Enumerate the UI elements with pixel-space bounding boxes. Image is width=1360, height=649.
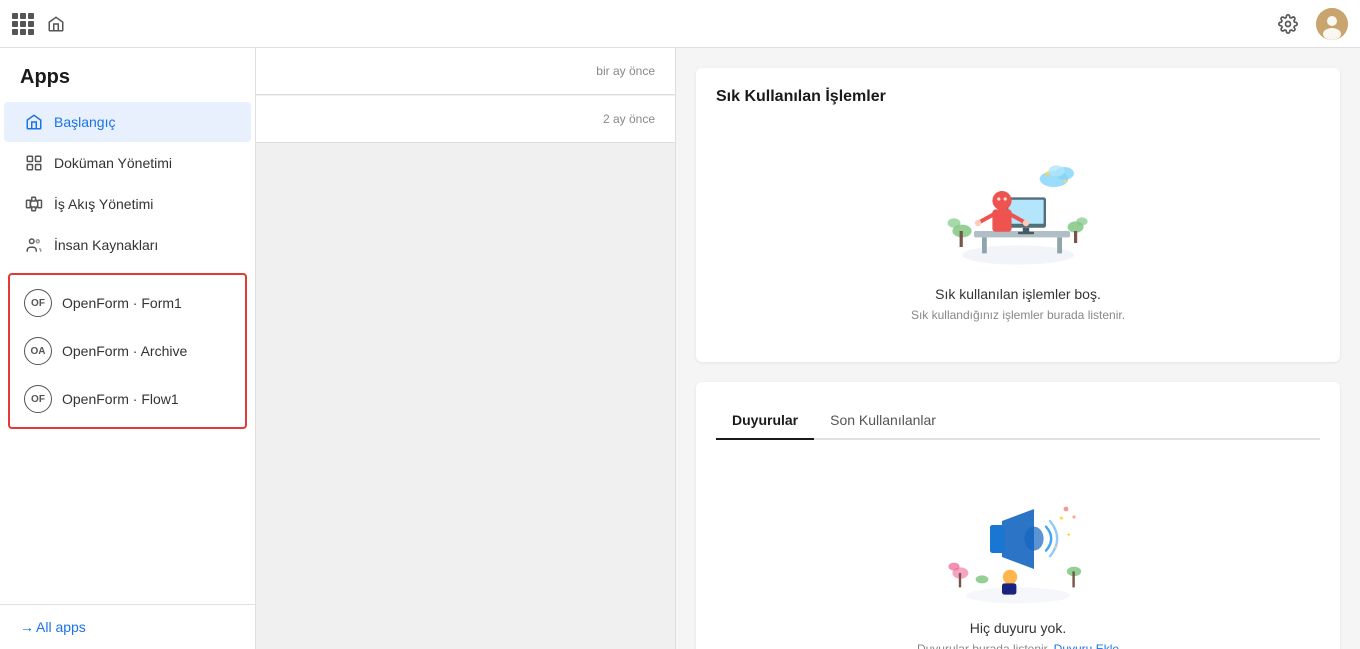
- duyuru-empty-subtitle-text: Duyurular burada listenir.: [917, 642, 1054, 649]
- duyuru-empty-container: ✦ ✦ ✦ Hiç duyuru yok. Duyurular burada l…: [716, 456, 1320, 649]
- sidebar-item-insan[interactable]: İnsan Kaynakları: [4, 225, 251, 265]
- sidebar-item-is-akis[interactable]: İş Akış Yönetimi: [4, 184, 251, 224]
- duyuru-empty-subtitle: Duyurular burada listenir. Duyuru Ekle: [917, 642, 1119, 649]
- sidebar-item-dokuman[interactable]: Doküman Yönetimi: [4, 143, 251, 183]
- openform-archive-item[interactable]: OA OpenForm · Archive: [10, 327, 245, 375]
- openform-form1-badge: OF: [24, 289, 52, 317]
- recent-panel: bir ay önce 2 ay önce: [256, 48, 676, 649]
- tab-son-kullanilanlar[interactable]: Son Kullanılanlar: [814, 402, 952, 440]
- openform-flow1-badge: OF: [24, 385, 52, 413]
- grid-menu-icon[interactable]: [12, 13, 34, 35]
- recent-item-1: bir ay önce: [256, 48, 675, 95]
- openform-flow1-item[interactable]: OF OpenForm · Flow1: [10, 375, 245, 423]
- all-apps-arrow-icon: →: [20, 619, 34, 635]
- sik-title: Sık Kullanılan İşlemler: [716, 88, 1320, 106]
- duyuru-section: Duyurular Son Kullanılanlar: [696, 382, 1340, 649]
- recent-item-1-time: bir ay önce: [596, 64, 655, 78]
- openform-flow1-label: OpenForm · Flow1: [62, 391, 179, 407]
- openform-form1-label: OpenForm · Form1: [62, 295, 182, 311]
- sik-empty-title: Sık kullanılan işlemler boş.: [935, 286, 1101, 302]
- duyuru-illustration: ✦ ✦ ✦: [938, 476, 1098, 606]
- user-avatar[interactable]: [1316, 8, 1348, 40]
- sik-illustration: ★ ★: [938, 142, 1098, 272]
- topbar: [0, 0, 1360, 48]
- svg-text:★: ★: [1062, 178, 1068, 185]
- tabs-row: Duyurular Son Kullanılanlar: [716, 402, 1320, 440]
- people-nav-icon: [24, 235, 44, 255]
- home-nav-icon: [24, 112, 44, 132]
- sidebar-title: Apps: [0, 48, 255, 101]
- sidebar-item-is-akis-label: İş Akış Yönetimi: [54, 196, 153, 212]
- openform-form1-item[interactable]: OF OpenForm · Form1: [10, 279, 245, 327]
- svg-text:✦: ✦: [1058, 514, 1065, 523]
- right-panel: Sık Kullanılan İşlemler: [676, 48, 1360, 649]
- recent-item-2: 2 ay önce: [256, 96, 675, 143]
- settings-icon[interactable]: [1272, 8, 1304, 40]
- topbar-right: [1272, 8, 1348, 40]
- sik-empty-subtitle: Sık kullandığınız işlemler burada listen…: [911, 308, 1125, 322]
- sidebar-nav: Başlangıç Doküman Yönetimi: [0, 101, 255, 604]
- sik-empty-container: ★ ★ Sık kullanılan işlemler boş. Sık kul…: [716, 122, 1320, 342]
- document-nav-icon: [24, 153, 44, 173]
- duyuru-add-link[interactable]: Duyuru Ekle: [1054, 642, 1119, 649]
- recent-item-2-time: 2 ay önce: [603, 112, 655, 126]
- all-apps-label: All apps: [36, 619, 86, 635]
- duyuru-empty-title: Hiç duyuru yok.: [970, 620, 1066, 636]
- sik-section: Sık Kullanılan İşlemler: [696, 68, 1340, 362]
- sidebar-item-baslangic[interactable]: Başlangıç: [4, 102, 251, 142]
- main-layout: Apps Başlangıç: [0, 48, 1360, 649]
- svg-text:✦: ✦: [1066, 532, 1071, 539]
- sidebar-item-insan-label: İnsan Kaynakları: [54, 237, 158, 253]
- openform-archive-badge: OA: [24, 337, 52, 365]
- sidebar: Apps Başlangıç: [0, 48, 256, 649]
- content-area: bir ay önce 2 ay önce Sık Kullanılan İşl…: [256, 48, 1360, 649]
- home-icon[interactable]: [46, 14, 66, 34]
- openform-section: OF OpenForm · Form1 OA OpenForm · Archiv…: [8, 273, 247, 429]
- tab-duyurular[interactable]: Duyurular: [716, 402, 814, 440]
- svg-text:★: ★: [1044, 170, 1051, 179]
- sidebar-item-dokuman-label: Doküman Yönetimi: [54, 155, 172, 171]
- sidebar-item-baslangic-label: Başlangıç: [54, 114, 115, 130]
- workflow-nav-icon: [24, 194, 44, 214]
- topbar-left: [12, 13, 66, 35]
- all-apps-link[interactable]: → All apps: [0, 604, 255, 649]
- openform-archive-label: OpenForm · Archive: [62, 343, 187, 359]
- svg-text:✦: ✦: [1054, 545, 1058, 551]
